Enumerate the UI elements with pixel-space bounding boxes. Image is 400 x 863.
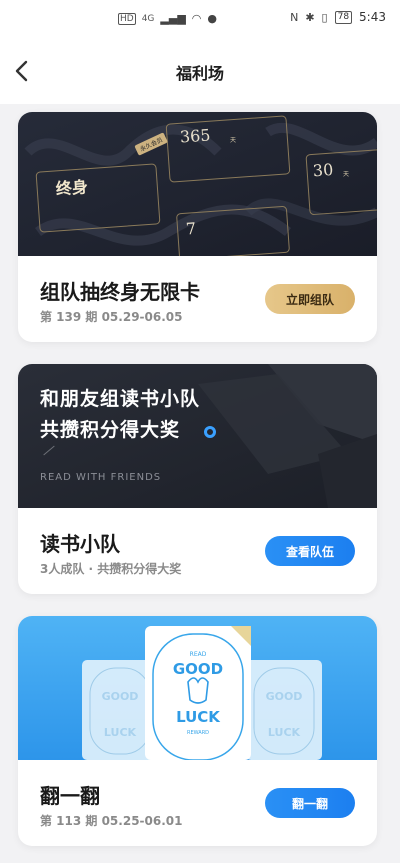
lifetime-pass-banner: 永久会员 365 30 7 终身 天 天	[18, 112, 377, 256]
vibrate-icon: ▯	[321, 10, 328, 24]
bluetooth-icon: ✱	[305, 10, 315, 24]
status-bar: HD 4G ▂▄▆ ◠ ● N ✱ ▯ 78 5:43	[0, 0, 400, 42]
ring-icon	[204, 426, 216, 438]
page-title: 福利场	[175, 64, 224, 83]
label-day-a: 天	[230, 137, 236, 144]
status-left: HD 4G ▂▄▆ ◠ ●	[118, 12, 217, 25]
flip-banner: READ GOOD LUCK REWARD GOOD LUCK GOOD LUC…	[18, 616, 377, 760]
label-30: 30	[312, 160, 334, 180]
wifi-icon: ◠	[191, 12, 202, 25]
label-7: 7	[185, 219, 196, 239]
battery-icon: 78	[334, 10, 353, 24]
svg-text:GOOD: GOOD	[102, 690, 139, 703]
svg-text:GOOD: GOOD	[266, 690, 303, 703]
flip-button[interactable]: 翻一翻	[265, 788, 355, 818]
label-365: 365	[179, 125, 211, 146]
card-title: 组队抽终身无限卡	[40, 280, 200, 304]
card-title: 读书小队	[40, 532, 120, 556]
card-luck-text: LUCK	[176, 708, 221, 726]
card-subtitle: 第 113 期 05.25-06.01	[40, 814, 183, 828]
network-indicator: 4G	[141, 13, 155, 24]
label-day-b: 天	[343, 171, 349, 178]
card-flip[interactable]: READ GOOD LUCK REWARD GOOD LUCK GOOD LUC…	[18, 616, 377, 846]
card-good-text: GOOD	[173, 660, 223, 678]
clock: 5:43	[359, 10, 386, 24]
nav-bar: 福利场	[0, 42, 400, 104]
form-team-button[interactable]: 立即组队	[265, 284, 355, 314]
card-reading-team[interactable]: 和朋友组读书小队 共攒积分得大奖 READ WITH FRIENDS 读书小队 …	[18, 364, 377, 594]
card-read-text: READ	[190, 651, 207, 658]
signal-icon: ▂▄▆	[160, 12, 186, 25]
banner-english-caption: READ WITH FRIENDS	[40, 472, 162, 483]
nfc-icon: N	[290, 10, 299, 24]
banner-headline-2: 共攒积分得大奖	[40, 419, 181, 441]
card-reward-text: REWARD	[187, 730, 209, 736]
label-lifetime: 终身	[55, 177, 88, 198]
card-lifetime-pass[interactable]: 永久会员 365 30 7 终身 天 天 组队抽终身无限卡 第 139 期 05…	[18, 112, 377, 342]
view-team-button[interactable]: 查看队伍	[265, 536, 355, 566]
status-right: N ✱ ▯ 78 5:43	[290, 10, 386, 24]
card-title: 翻一翻	[40, 784, 100, 808]
message-icon: ●	[207, 12, 218, 25]
hd-indicator: HD	[118, 12, 136, 25]
card-subtitle: 第 139 期 05.29-06.05	[40, 310, 183, 324]
card-subtitle: 3人成队 · 共攒积分得大奖	[40, 562, 182, 576]
banner-headline-1: 和朋友组读书小队	[40, 388, 201, 410]
svg-text:LUCK: LUCK	[268, 726, 301, 739]
reading-team-banner: 和朋友组读书小队 共攒积分得大奖 READ WITH FRIENDS	[18, 364, 377, 508]
svg-text:LUCK: LUCK	[104, 726, 137, 739]
